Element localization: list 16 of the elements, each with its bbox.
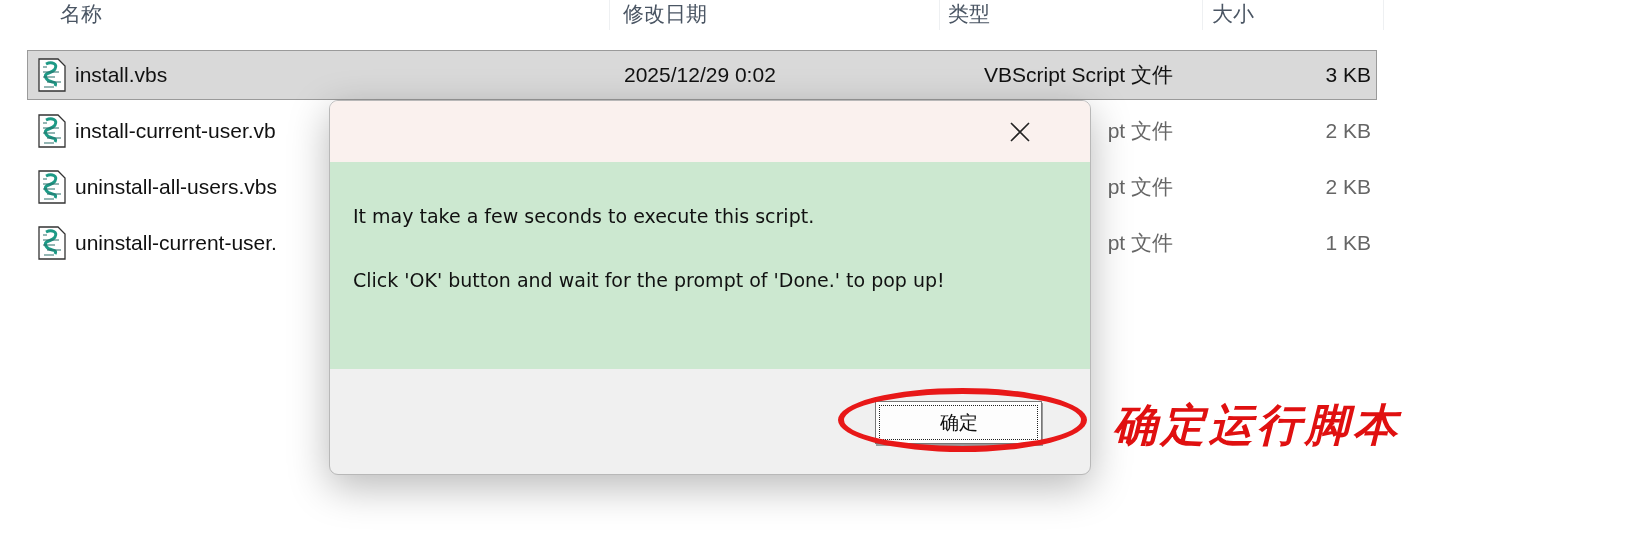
file-size: 2 KB	[1325, 175, 1371, 199]
file-type: pt 文件	[1107, 118, 1173, 144]
file-type: pt 文件	[1107, 230, 1173, 256]
file-size: 2 KB	[1325, 119, 1371, 143]
file-type: VBScript Script 文件	[983, 62, 1173, 88]
file-name: install.vbs	[75, 63, 168, 87]
file-size: 3 KB	[1325, 63, 1371, 87]
file-name: install-current-user.vb	[75, 119, 276, 143]
message-text: Click 'OK' button and wait for the prompt of 'Done.' to pop up!	[353, 268, 946, 292]
file-type: pt 文件	[1107, 174, 1173, 200]
modified-date: 2025/12/29 0:02	[624, 63, 776, 87]
file-size: 1 KB	[1325, 231, 1371, 255]
file-name: uninstall-current-user.	[75, 231, 277, 255]
message-text: It may take a few seconds to execute this script.	[353, 204, 816, 228]
annotation-text: 确定运行脚本	[1113, 398, 1401, 452]
file-name: uninstall-all-users.vbs	[75, 175, 277, 199]
